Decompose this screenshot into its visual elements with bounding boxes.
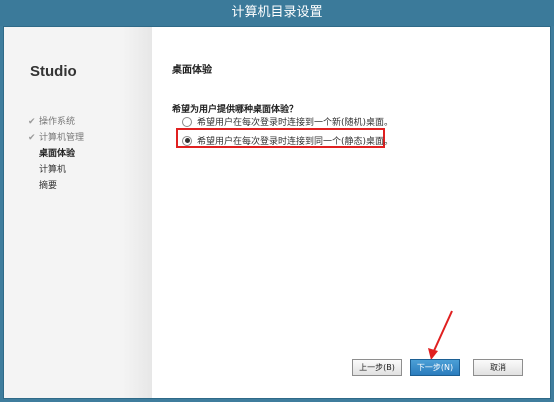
- window-title: 计算机目录设置: [231, 5, 323, 20]
- option-random-desktop[interactable]: 希望用户在每次登录时连接到一个新(随机)桌面。: [182, 115, 393, 128]
- cancel-button[interactable]: 取消: [473, 359, 523, 376]
- step-item-machine-management: ✔ 计算机管理: [28, 130, 84, 146]
- wizard-frame: Studio ✔ 操作系统 ✔ 计算机管理 桌面体验 计算机 摘要 桌面体验 希望为…: [3, 26, 551, 399]
- back-button[interactable]: 上一步(B): [352, 359, 402, 376]
- brand-label: Studio: [30, 63, 77, 80]
- step-item-desktop-experience: 桌面体验: [28, 146, 84, 162]
- option-label: 希望用户在每次登录时连接到同一个(静态)桌面。: [197, 137, 394, 147]
- radio-button-selected[interactable]: [182, 135, 192, 146]
- radio-button[interactable]: [182, 116, 192, 127]
- step-label: 操作系统: [39, 117, 76, 127]
- step-label: 桌面体验: [39, 149, 76, 159]
- next-button[interactable]: 下一步(N): [410, 359, 460, 376]
- step-list: ✔ 操作系统 ✔ 计算机管理 桌面体验 计算机 摘要: [28, 114, 84, 194]
- step-item-os: ✔ 操作系统: [28, 114, 84, 130]
- step-label: 摘要: [39, 181, 58, 191]
- question-label: 希望为用户提供哪种桌面体验？: [172, 105, 299, 115]
- step-item-summary: 摘要: [28, 178, 84, 194]
- page-title: 桌面体验: [172, 65, 212, 76]
- step-label: 计算机: [39, 165, 67, 175]
- check-icon: ✔: [28, 117, 36, 127]
- annotation-arrow-icon: [428, 310, 453, 360]
- option-static-desktop[interactable]: 希望用户在每次登录时连接到同一个(静态)桌面。: [182, 134, 393, 147]
- wizard-content: 桌面体验 希望为用户提供哪种桌面体验？ 希望用户在每次登录时连接到一个新(随机)…: [152, 27, 550, 398]
- check-icon: ✔: [28, 133, 36, 143]
- step-label: 计算机管理: [39, 133, 85, 143]
- step-item-machines: 计算机: [28, 162, 84, 178]
- wizard-sidebar: Studio ✔ 操作系统 ✔ 计算机管理 桌面体验 计算机 摘要: [4, 27, 152, 398]
- window-titlebar: 计算机目录设置: [0, 0, 554, 26]
- option-label: 希望用户在每次登录时连接到一个新(随机)桌面。: [197, 118, 394, 128]
